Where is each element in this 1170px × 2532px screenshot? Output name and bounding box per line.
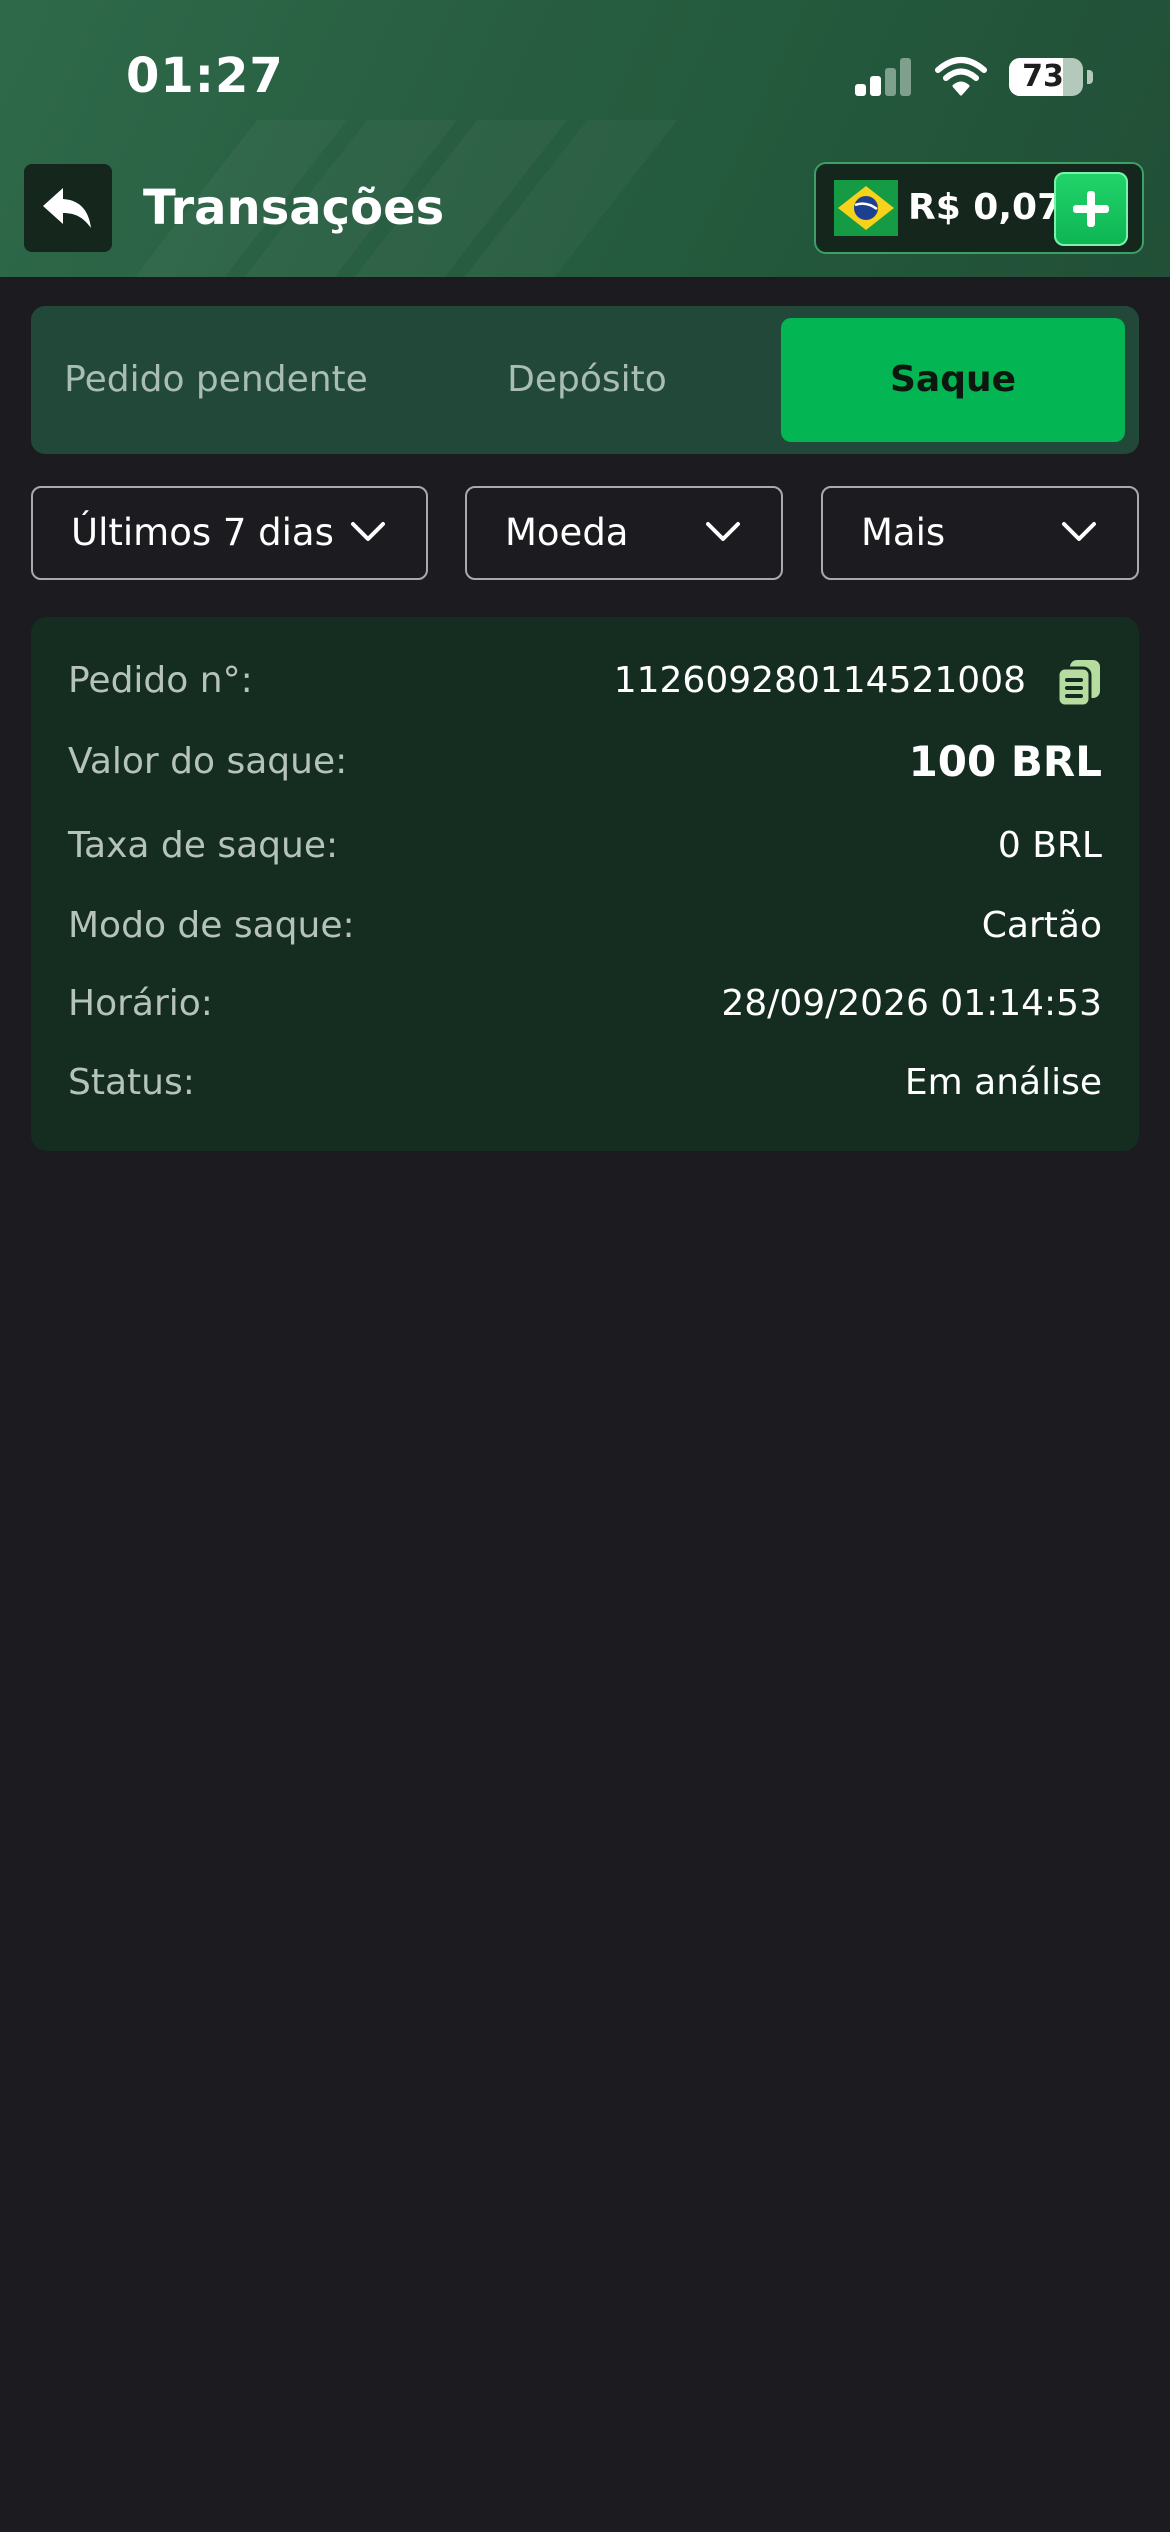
withdrawal-amount-row: Valor do saque: 100 BRL bbox=[68, 732, 1102, 792]
copy-icon[interactable] bbox=[1056, 658, 1102, 708]
order-number-value: 112609280114521008 bbox=[613, 660, 1026, 701]
currency-filter-dropdown[interactable]: Moeda bbox=[465, 486, 783, 580]
wifi-icon bbox=[935, 57, 987, 96]
balance-amount: R$ 0,07 bbox=[908, 187, 1063, 228]
time-label: Horário: bbox=[68, 983, 213, 1024]
chevron-down-icon bbox=[351, 522, 385, 541]
time-row: Horário: 28/09/2026 01:14:53 bbox=[68, 974, 1102, 1034]
status-value: Em análise bbox=[904, 1062, 1102, 1103]
withdrawal-fee-label: Taxa de saque: bbox=[68, 825, 339, 866]
cellular-signal-icon bbox=[855, 58, 915, 96]
withdrawal-mode-label: Modo de saque: bbox=[68, 905, 355, 946]
order-number-label: Pedido n°: bbox=[68, 660, 253, 701]
app-header: 01:27 73 Transações R$ 0,07 bbox=[0, 0, 1170, 277]
withdrawal-mode-value: Cartão bbox=[981, 905, 1102, 946]
status-time: 01:27 bbox=[126, 48, 284, 104]
transaction-card: Pedido n°: 112609280114521008 Valor do s… bbox=[31, 617, 1139, 1151]
period-filter-dropdown[interactable]: Últimos 7 dias bbox=[31, 486, 428, 580]
status-row: Status: Em análise bbox=[68, 1053, 1102, 1113]
tab-pending-order[interactable]: Pedido pendente bbox=[31, 318, 401, 442]
battery-percent: 73 bbox=[1022, 59, 1064, 94]
page-title: Transações bbox=[143, 180, 445, 236]
tab-withdrawal[interactable]: Saque bbox=[781, 318, 1125, 442]
time-value: 28/09/2026 01:14:53 bbox=[721, 983, 1102, 1024]
withdrawal-mode-row: Modo de saque: Cartão bbox=[68, 896, 1102, 956]
battery-indicator: 73 bbox=[1009, 58, 1083, 96]
period-filter-label: Últimos 7 dias bbox=[71, 511, 334, 554]
more-filter-label: Mais bbox=[861, 511, 946, 554]
order-number-row: Pedido n°: 112609280114521008 bbox=[68, 651, 1102, 711]
more-filter-dropdown[interactable]: Mais bbox=[821, 486, 1139, 580]
withdrawal-fee-value: 0 BRL bbox=[997, 825, 1102, 866]
plus-icon bbox=[1073, 191, 1109, 227]
deposit-add-button[interactable] bbox=[1054, 172, 1128, 246]
transaction-type-tabs: Pedido pendente Depósito Saque bbox=[31, 306, 1139, 454]
battery-cap bbox=[1087, 70, 1093, 84]
withdrawal-amount-label: Valor do saque: bbox=[68, 741, 348, 782]
currency-filter-label: Moeda bbox=[505, 511, 629, 554]
brazil-flag-icon bbox=[834, 180, 898, 236]
back-arrow-icon bbox=[43, 188, 91, 228]
chevron-down-icon bbox=[1062, 522, 1096, 541]
withdrawal-fee-row: Taxa de saque: 0 BRL bbox=[68, 816, 1102, 876]
tab-deposit[interactable]: Depósito bbox=[402, 318, 772, 442]
status-label: Status: bbox=[68, 1062, 195, 1103]
balance-widget[interactable]: R$ 0,07 bbox=[814, 162, 1144, 254]
withdrawal-amount-value: 100 BRL bbox=[908, 737, 1102, 786]
chevron-down-icon bbox=[706, 522, 740, 541]
back-button[interactable] bbox=[24, 164, 112, 252]
